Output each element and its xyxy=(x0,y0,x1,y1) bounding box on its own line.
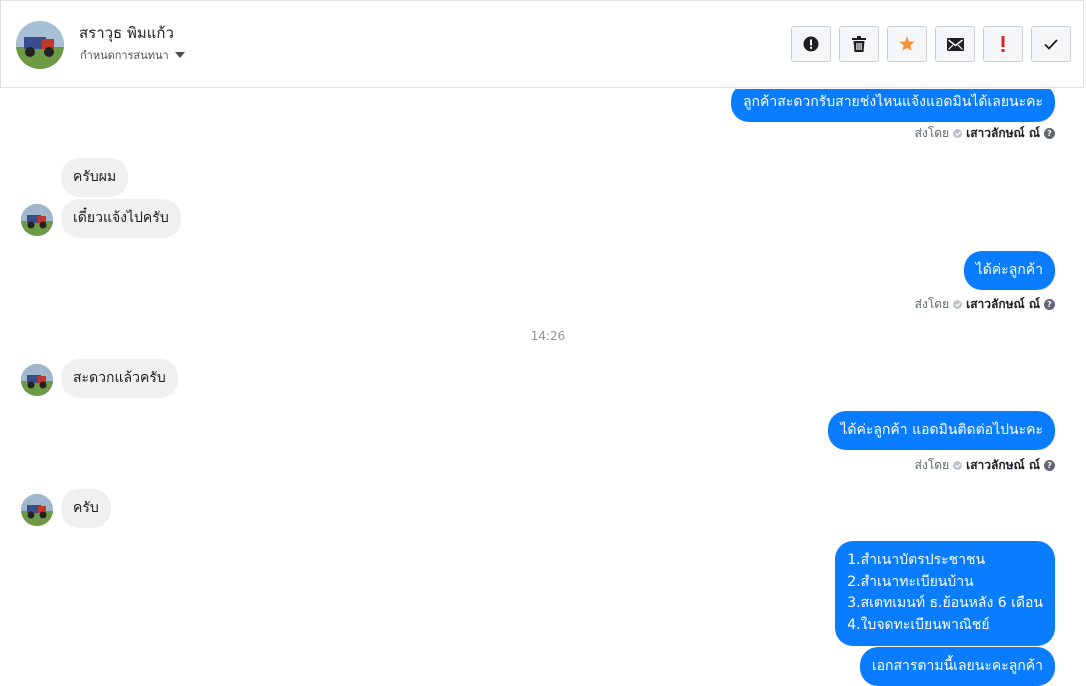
message-outgoing[interactable]: ลูกค้าสะดวกรับสายช่งไหนแจ้งแอดมินได้เลยน… xyxy=(730,89,1055,122)
conversation-header: สราวุธ พิมแก้ว กำหนดการสนทนา xyxy=(0,0,1084,88)
sent-by-prefix: ส่งโดย xyxy=(914,126,950,140)
agent-name[interactable]: เสาวลักษณ์ ณ์ xyxy=(966,124,1040,143)
check-badge-icon xyxy=(953,461,963,470)
alert-circle-icon xyxy=(803,36,819,52)
contact-name[interactable]: สราวุธ พิมแก้ว xyxy=(79,21,174,45)
follow-up-button[interactable] xyxy=(983,26,1023,62)
message-text: ได้ค่ะลูกค้า แอดมินติดต่อไปนะคะ xyxy=(840,422,1043,438)
timestamp-divider: 14:26 xyxy=(530,329,566,343)
sent-by-label: ส่งโดย เสาวลักษณ์ ณ์ ? xyxy=(915,456,1055,475)
mark-spam-button[interactable] xyxy=(791,26,831,62)
message-incoming[interactable]: ครับผม xyxy=(61,158,129,197)
message-text: ลูกค้าสะดวกรับสายช่งไหนแจ้งแอดมินได้เลยน… xyxy=(742,94,1043,110)
check-icon xyxy=(1044,38,1058,50)
message-outgoing[interactable]: เอกสารตามนี้เลยนะคะลูกค้า xyxy=(859,647,1055,686)
agent-name[interactable]: เสาวลักษณ์ ณ์ xyxy=(966,456,1040,475)
help-icon[interactable]: ? xyxy=(1044,128,1055,139)
contact-avatar[interactable] xyxy=(16,21,64,69)
message-text: สะดวกแล้วครับ xyxy=(73,370,166,386)
message-incoming[interactable]: เดี๋ยวแจ้งไปครับ xyxy=(61,199,181,238)
message-outgoing[interactable]: ได้ค่ะลูกค้า แอดมินติดต่อไปนะคะ xyxy=(828,411,1055,450)
envelope-icon xyxy=(946,37,964,51)
sent-by-prefix: ส่งโดย xyxy=(914,297,950,311)
message-outgoing[interactable]: 1.สำเนาบัตรประชาชน 2.สำเนาทะเบียนบ้าน 3.… xyxy=(835,541,1055,646)
assign-conversation-dropdown[interactable]: กำหนดการสนทนา xyxy=(80,46,185,64)
message-text: ได้ค่ะลูกค้า xyxy=(975,262,1043,278)
help-icon[interactable]: ? xyxy=(1044,299,1055,310)
contact-avatar-small[interactable] xyxy=(21,494,53,526)
star-button[interactable] xyxy=(887,26,927,62)
message-text: ครับ xyxy=(73,500,99,516)
check-badge-icon xyxy=(953,300,963,309)
message-text: ครับผม xyxy=(73,169,117,185)
sent-by-label: ส่งโดย เสาวลักษณ์ ณ์ ? xyxy=(915,124,1055,143)
message-text: 1.สำเนาบัตรประชาชน 2.สำเนาทะเบียนบ้าน 3.… xyxy=(847,552,1043,633)
message-incoming[interactable]: ครับ xyxy=(61,489,111,528)
message-thread[interactable]: ลูกค้าสะดวกรับสายช่งไหนแจ้งแอดมินได้เลยน… xyxy=(0,89,1086,686)
exclamation-icon xyxy=(1001,36,1005,52)
agent-name[interactable]: เสาวลักษณ์ ณ์ xyxy=(966,295,1040,314)
help-icon[interactable]: ? xyxy=(1044,460,1055,471)
trash-icon xyxy=(852,36,866,52)
chevron-down-icon xyxy=(174,52,185,58)
mark-unread-button[interactable] xyxy=(935,26,975,62)
sent-by-label: ส่งโดย เสาวลักษณ์ ณ์ ? xyxy=(915,295,1055,314)
star-icon xyxy=(899,36,915,51)
contact-avatar-small[interactable] xyxy=(21,204,53,236)
delete-button[interactable] xyxy=(839,26,879,62)
message-outgoing[interactable]: ได้ค่ะลูกค้า xyxy=(963,251,1055,290)
check-badge-icon xyxy=(953,129,963,138)
message-text: เอกสารตามนี้เลยนะคะลูกค้า xyxy=(871,658,1043,674)
sent-by-prefix: ส่งโดย xyxy=(914,458,950,472)
contact-avatar-small[interactable] xyxy=(21,364,53,396)
header-actions xyxy=(791,26,1071,62)
message-incoming[interactable]: สะดวกแล้วครับ xyxy=(61,359,178,398)
mark-done-button[interactable] xyxy=(1031,26,1071,62)
assign-label: กำหนดการสนทนา xyxy=(80,49,169,62)
message-text: เดี๋ยวแจ้งไปครับ xyxy=(73,210,169,226)
